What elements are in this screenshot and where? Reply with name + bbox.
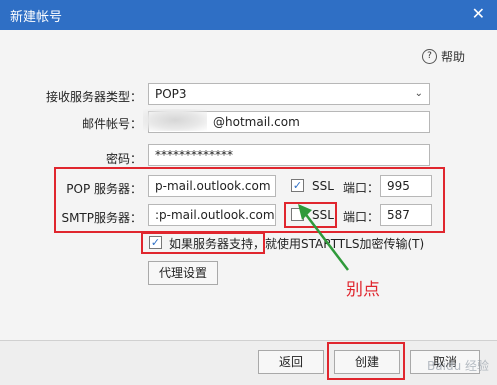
help-link[interactable]: ? 帮助	[421, 48, 465, 65]
help-label: 帮助	[440, 50, 465, 64]
pop-port-input[interactable]: 995	[380, 175, 432, 197]
smtp-server-label: SMTP服务器：	[61, 211, 142, 225]
smtp-server-input[interactable]: :p-mail.outlook.com	[148, 204, 276, 226]
pop-server-value: p-mail.outlook.com	[155, 179, 271, 193]
password-label: 密码：	[105, 152, 142, 166]
starttls-checkbox[interactable]: ✓	[149, 236, 162, 249]
title-bar: 新建帐号 ✕	[0, 0, 497, 30]
account-value: @hotmail.com	[213, 115, 300, 129]
server-type-label: 接收服务器类型：	[46, 90, 143, 104]
help-icon: ?	[421, 49, 437, 64]
window-title: 新建帐号	[10, 10, 63, 25]
server-type-value: POP3	[155, 87, 187, 101]
pop-ssl-label: SSL	[312, 179, 334, 193]
pop-ssl-checkbox[interactable]: ✓	[291, 179, 304, 192]
pop-server-label: POP 服务器：	[66, 182, 142, 196]
smtp-port-input[interactable]: 587	[380, 204, 432, 226]
smtp-port-value: 587	[387, 208, 410, 222]
account-label: 邮件帐号：	[81, 117, 142, 131]
smtp-server-value: :p-mail.outlook.com	[155, 208, 275, 222]
proxy-settings-button[interactable]: 代理设置	[148, 261, 218, 285]
new-account-dialog: 新建帐号 ✕ ? 帮助 接收服务器类型： POP3 ⌄ 邮件帐号： @hotma…	[0, 0, 497, 385]
chevron-down-icon: ⌄	[414, 88, 423, 99]
back-button[interactable]: 返回	[258, 350, 324, 374]
pop-port-value: 995	[387, 179, 410, 193]
blurred-username	[143, 109, 207, 131]
server-type-select[interactable]: POP3 ⌄	[148, 83, 430, 105]
watermark: Baidu 经验	[427, 359, 489, 373]
password-value: *************	[155, 148, 233, 162]
create-button[interactable]: 创建	[334, 350, 400, 374]
pop-server-input[interactable]: p-mail.outlook.com	[148, 175, 276, 197]
annotation-arrow	[298, 204, 349, 271]
annotation-text: 别点	[346, 280, 380, 300]
password-input[interactable]: *************	[148, 144, 430, 166]
close-icon[interactable]: ✕	[472, 5, 485, 23]
pop-port-label: 端口：	[343, 181, 380, 195]
